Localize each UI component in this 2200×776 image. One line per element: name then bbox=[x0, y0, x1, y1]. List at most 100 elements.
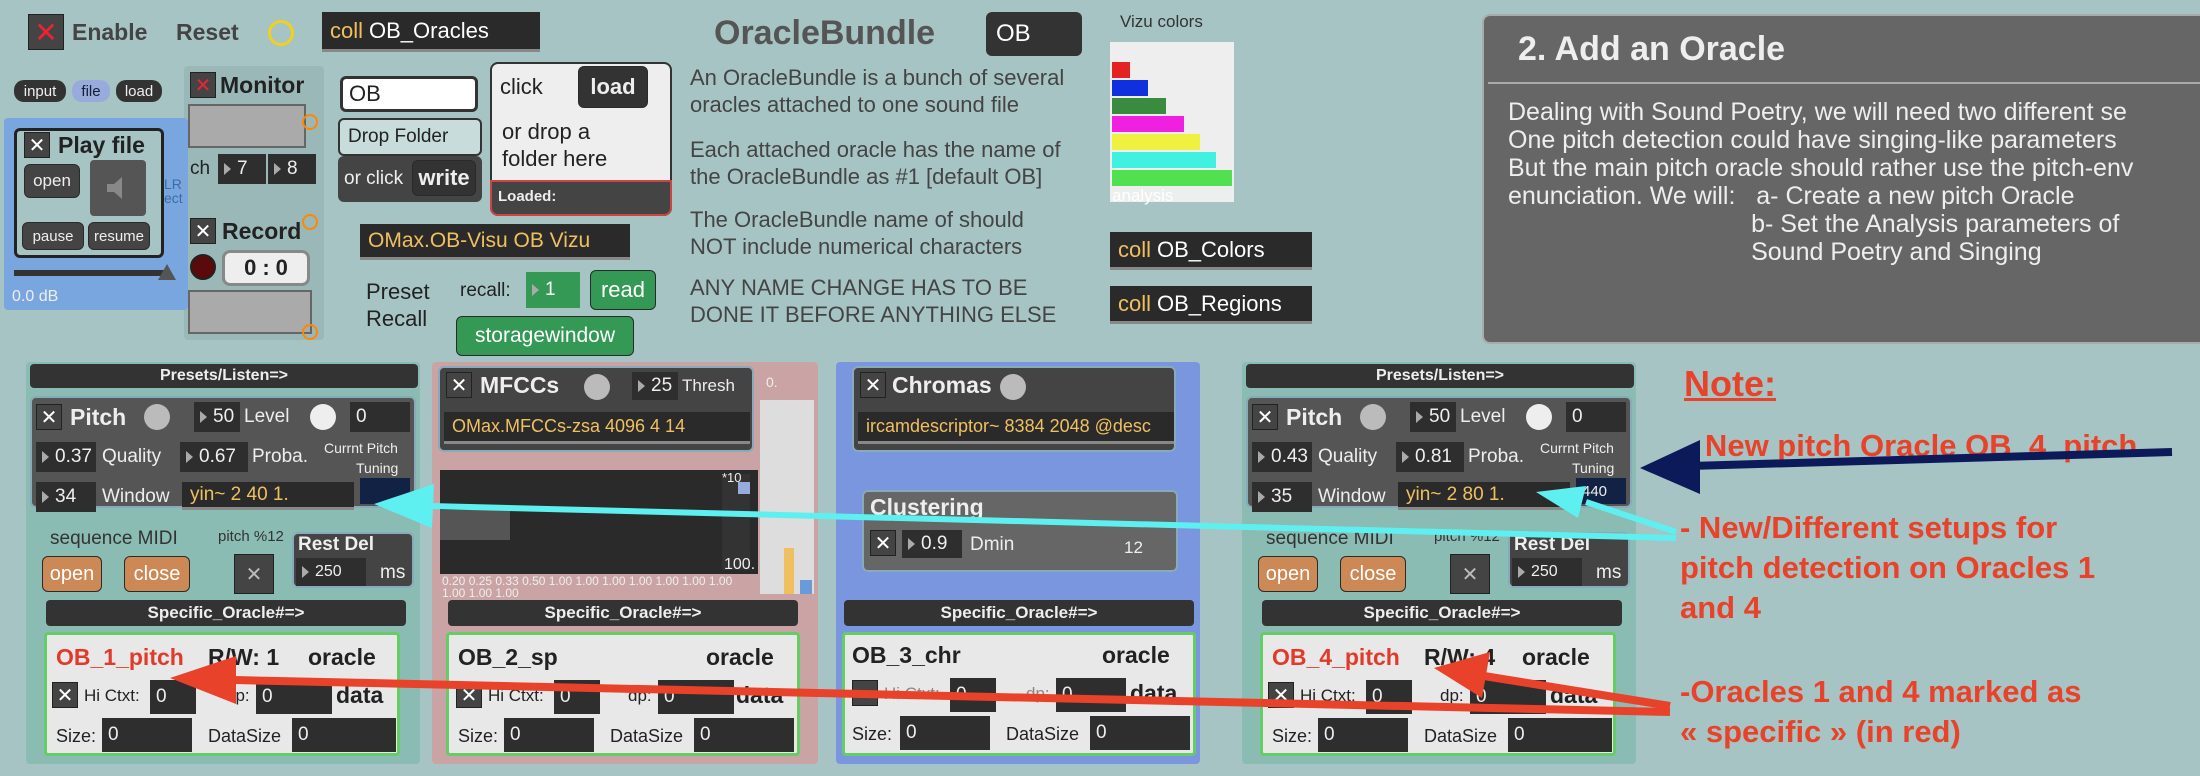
col4-tuning-num[interactable]: 440 bbox=[1576, 478, 1626, 504]
col4-proba-num[interactable]: 0.81 bbox=[1396, 442, 1464, 472]
col4-level-led[interactable] bbox=[1526, 404, 1552, 430]
col1-v50[interactable]: 50 bbox=[194, 402, 240, 432]
col3-specific-header[interactable]: Specific_Oracle#=> bbox=[844, 600, 1194, 626]
col2-mfcc-toggle[interactable]: ✕ bbox=[446, 372, 472, 398]
col1-hictx-label: Hi Ctxt: bbox=[84, 686, 140, 705]
coll-ob-oracles[interactable]: coll OB_Oracles bbox=[322, 12, 540, 52]
reset-button[interactable]: Reset bbox=[176, 19, 239, 46]
record-bang-2[interactable] bbox=[302, 324, 318, 340]
monitor-bang[interactable] bbox=[302, 114, 318, 130]
col3-chroma-object[interactable]: ircamdescriptor~ 8384 2048 @desc bbox=[858, 412, 1174, 444]
col4-open-button[interactable]: open bbox=[1258, 556, 1318, 592]
read-button[interactable]: read bbox=[590, 270, 656, 310]
name-input[interactable]: OB bbox=[340, 76, 478, 112]
col3-dsize-num: 0 bbox=[1090, 716, 1190, 750]
coll-ob-colors[interactable]: coll OB_Colors bbox=[1110, 232, 1312, 270]
ob-visu-text: OMax.OB-Visu OB Vizu bbox=[368, 228, 591, 252]
channel-left-number[interactable]: 7 bbox=[218, 154, 266, 184]
col1-close-button[interactable]: close bbox=[124, 556, 190, 592]
col4-window-num[interactable]: 35 bbox=[1252, 482, 1312, 512]
col1-pitch-toggle[interactable]: ✕ bbox=[36, 404, 62, 430]
input-button[interactable]: input bbox=[14, 80, 66, 102]
file-button[interactable]: file bbox=[72, 80, 110, 102]
col4-yin-object[interactable]: yin~ 2 80 1. bbox=[1398, 482, 1570, 510]
speaker-icon[interactable] bbox=[90, 160, 146, 216]
play-file-title: Play file bbox=[58, 132, 145, 158]
storagewindow-button[interactable]: storagewindow bbox=[456, 316, 634, 356]
col1-tuning-num[interactable] bbox=[360, 478, 410, 504]
recall-number[interactable]: 1 bbox=[526, 272, 580, 308]
bundle-text-1: An OracleBundle is a bunch of several or… bbox=[690, 65, 1065, 117]
ob-visu-object[interactable]: OMax.OB-Visu OB Vizu bbox=[360, 224, 630, 260]
add-oracle-body: Dealing with Sound Poetry, we will need … bbox=[1508, 98, 2134, 266]
col1-v50-value: 50 bbox=[213, 406, 235, 427]
monitor-toggle[interactable]: ✕ bbox=[190, 72, 216, 98]
col2-specific-header[interactable]: Specific_Oracle#=> bbox=[448, 600, 798, 626]
col1-window-num[interactable]: 34 bbox=[36, 482, 96, 512]
resume-button[interactable]: resume bbox=[88, 222, 150, 250]
col4-hictx-toggle[interactable]: ✕ bbox=[1268, 682, 1294, 708]
channel-right-number[interactable]: 8 bbox=[268, 154, 316, 184]
col4-pitch-led[interactable] bbox=[1360, 404, 1386, 430]
col2-v25[interactable]: 25 bbox=[632, 372, 678, 400]
bundle-title: OracleBundle bbox=[714, 14, 936, 52]
col1-level-led[interactable] bbox=[310, 404, 336, 430]
col3-chroma-led[interactable] bbox=[1000, 374, 1026, 400]
write-button[interactable]: write bbox=[412, 160, 476, 196]
record-button[interactable] bbox=[190, 254, 216, 280]
col1-pitch12-toggle[interactable]: ✕ bbox=[234, 554, 274, 594]
col3-cluster-toggle[interactable]: ✕ bbox=[870, 530, 896, 556]
play-slider[interactable] bbox=[14, 270, 164, 276]
col3-hictx-toggle[interactable] bbox=[852, 680, 878, 706]
col3-hictx-value: 0 bbox=[956, 684, 967, 705]
col1-yin-text: yin~ 2 40 1. bbox=[190, 483, 289, 505]
col1-presets-header[interactable]: Presets/Listen=> bbox=[30, 364, 418, 388]
col1-quality-label: Quality bbox=[102, 446, 162, 467]
col1-open-button[interactable]: open bbox=[42, 556, 102, 592]
play-open-button[interactable]: open bbox=[24, 164, 80, 198]
col4-hictx-num: 0 bbox=[1366, 680, 1412, 714]
add-oracle-divider bbox=[1488, 82, 2200, 84]
vizu-title: Vizu colors bbox=[1120, 12, 1203, 31]
col2-mfcc-title: MFCCs bbox=[480, 372, 560, 398]
record-bang[interactable] bbox=[302, 214, 318, 230]
col4-tuning-value: 440 bbox=[1582, 482, 1608, 500]
record-toggle[interactable]: ✕ bbox=[190, 218, 216, 244]
enable-toggle[interactable]: ✕ bbox=[28, 14, 64, 50]
col4-rest-num[interactable]: 250 bbox=[1512, 558, 1582, 586]
col4-close-button[interactable]: close bbox=[1340, 556, 1406, 592]
col4-presets-header[interactable]: Presets/Listen=> bbox=[1246, 364, 1634, 388]
col1-specific-header[interactable]: Specific_Oracle#=> bbox=[46, 600, 406, 626]
pause-button[interactable]: pause bbox=[22, 222, 84, 250]
col1-oracle-label: oracle bbox=[308, 644, 376, 670]
col3-dmin-num[interactable]: 0.9 bbox=[902, 530, 962, 558]
col4-pitch12-toggle[interactable]: ✕ bbox=[1450, 554, 1490, 594]
drop-folder-button[interactable]: Drop Folder bbox=[338, 118, 482, 156]
col1-rest-num[interactable]: 250 bbox=[296, 558, 366, 586]
col4-quality-num[interactable]: 0.43 bbox=[1252, 442, 1312, 472]
col4-specific-header[interactable]: Specific_Oracle#=> bbox=[1262, 600, 1622, 626]
col1-hictx-toggle[interactable]: ✕ bbox=[52, 682, 78, 708]
play-file-toggle[interactable]: ✕ bbox=[24, 132, 50, 158]
col2-mfcc-led[interactable] bbox=[584, 374, 610, 400]
col1-proba-num[interactable]: 0.67 bbox=[180, 442, 248, 472]
col3-chroma-toggle[interactable]: ✕ bbox=[860, 372, 886, 398]
col1-yin-object[interactable]: yin~ 2 40 1. bbox=[182, 482, 354, 510]
play-slider-knob[interactable] bbox=[158, 264, 176, 280]
bundle-name-field[interactable]: OB bbox=[986, 12, 1082, 56]
bang-button[interactable] bbox=[268, 20, 294, 46]
col4-v50[interactable]: 50 bbox=[1410, 402, 1456, 432]
load-button[interactable]: load bbox=[578, 66, 648, 108]
col2-hictx-toggle[interactable]: ✕ bbox=[456, 682, 482, 708]
record-meter bbox=[188, 290, 312, 334]
col1-dsize-value: 0 bbox=[298, 724, 309, 745]
col2-zero-label: 0. bbox=[766, 374, 778, 390]
col1-pitch-led[interactable] bbox=[144, 404, 170, 430]
col4-dp-num: 0 bbox=[1470, 680, 1546, 714]
col1-quality-num[interactable]: 0.37 bbox=[36, 442, 96, 472]
col2-mfcc-object[interactable]: OMax.MFCCs-zsa 4096 4 14 bbox=[444, 412, 750, 444]
col4-pitch-toggle[interactable]: ✕ bbox=[1252, 404, 1278, 430]
load-small-button[interactable]: load bbox=[116, 80, 162, 102]
coll-ob-regions[interactable]: coll OB_Regions bbox=[1110, 286, 1312, 324]
col4-proba-value: 0.81 bbox=[1415, 446, 1452, 467]
